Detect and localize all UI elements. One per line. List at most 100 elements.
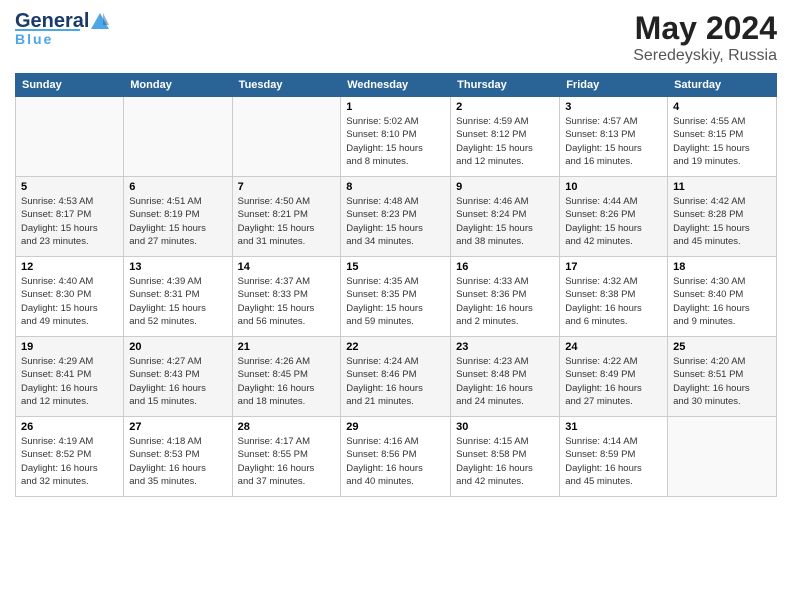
day-info: Sunrise: 4:22 AMSunset: 8:49 PMDaylight:… bbox=[565, 355, 662, 408]
day-info: Sunrise: 4:24 AMSunset: 8:46 PMDaylight:… bbox=[346, 355, 445, 408]
day-info: Sunrise: 4:19 AMSunset: 8:52 PMDaylight:… bbox=[21, 435, 118, 488]
day-number: 10 bbox=[565, 181, 662, 193]
calendar-cell: 10 Sunrise: 4:44 AMSunset: 8:26 PMDayligh… bbox=[560, 177, 668, 257]
calendar-cell: 20 Sunrise: 4:27 AMSunset: 8:43 PMDayligh… bbox=[124, 337, 232, 417]
day-info: Sunrise: 4:30 AMSunset: 8:40 PMDaylight:… bbox=[673, 275, 771, 328]
day-number: 1 bbox=[346, 101, 445, 113]
day-info: Sunrise: 4:37 AMSunset: 8:33 PMDaylight:… bbox=[238, 275, 336, 328]
calendar-week-row: 26Sunrise: 4:19 AMSunset: 8:52 PMDayligh… bbox=[16, 417, 777, 497]
weekday-header: Sunday bbox=[16, 74, 124, 97]
day-number: 19 bbox=[21, 341, 118, 353]
day-info: Sunrise: 4:29 AMSunset: 8:41 PMDaylight:… bbox=[21, 355, 118, 408]
day-number: 18 bbox=[673, 261, 771, 273]
day-number: 16 bbox=[456, 261, 554, 273]
day-info: Sunrise: 4:18 AMSunset: 8:53 PMDaylight:… bbox=[129, 435, 226, 488]
calendar-cell: 27 Sunrise: 4:18 AMSunset: 8:53 PMDayligh… bbox=[124, 417, 232, 497]
day-info: Sunrise: 4:50 AMSunset: 8:21 PMDaylight:… bbox=[238, 195, 336, 248]
day-number: 23 bbox=[456, 341, 554, 353]
logo-icon bbox=[89, 11, 111, 33]
calendar-cell: 11 Sunrise: 4:42 AMSunset: 8:28 PMDayligh… bbox=[668, 177, 777, 257]
day-info: Sunrise: 4:14 AMSunset: 8:59 PMDaylight:… bbox=[565, 435, 662, 488]
calendar-cell: 3 Sunrise: 4:57 AMSunset: 8:13 PMDaylight… bbox=[560, 97, 668, 177]
calendar-cell: 19 Sunrise: 4:29 AMSunset: 8:41 PMDayligh… bbox=[16, 337, 124, 417]
weekday-header: Tuesday bbox=[232, 74, 341, 97]
day-number: 15 bbox=[346, 261, 445, 273]
day-number: 28 bbox=[238, 421, 336, 433]
day-number: 8 bbox=[346, 181, 445, 193]
calendar-cell bbox=[124, 97, 232, 177]
calendar-cell bbox=[668, 417, 777, 497]
day-info: Sunrise: 4:48 AMSunset: 8:23 PMDaylight:… bbox=[346, 195, 445, 248]
weekday-header: Friday bbox=[560, 74, 668, 97]
calendar-table: SundayMondayTuesdayWednesdayThursdayFrid… bbox=[15, 73, 777, 497]
day-info: Sunrise: 4:27 AMSunset: 8:43 PMDaylight:… bbox=[129, 355, 226, 408]
day-number: 11 bbox=[673, 181, 771, 193]
calendar-cell bbox=[232, 97, 341, 177]
day-number: 27 bbox=[129, 421, 226, 433]
calendar-cell: 18 Sunrise: 4:30 AMSunset: 8:40 PMDayligh… bbox=[668, 257, 777, 337]
calendar-cell: 25Sunrise: 4:20 AMSunset: 8:51 PMDayligh… bbox=[668, 337, 777, 417]
calendar-cell: 9Sunrise: 4:46 AMSunset: 8:24 PMDaylight… bbox=[451, 177, 560, 257]
day-number: 17 bbox=[565, 261, 662, 273]
day-number: 31 bbox=[565, 421, 662, 433]
day-info: Sunrise: 4:57 AMSunset: 8:13 PMDaylight:… bbox=[565, 115, 662, 168]
calendar-cell bbox=[16, 97, 124, 177]
weekday-header: Monday bbox=[124, 74, 232, 97]
day-number: 30 bbox=[456, 421, 554, 433]
calendar-location: Seredeyskiy, Russia bbox=[633, 47, 777, 65]
day-number: 29 bbox=[346, 421, 445, 433]
weekday-header: Thursday bbox=[451, 74, 560, 97]
day-number: 24 bbox=[565, 341, 662, 353]
calendar-week-row: 5 Sunrise: 4:53 AMSunset: 8:17 PMDaylight… bbox=[16, 177, 777, 257]
title-block: May 2024 Seredeyskiy, Russia bbox=[633, 10, 777, 65]
calendar-cell: 24 Sunrise: 4:22 AMSunset: 8:49 PMDayligh… bbox=[560, 337, 668, 417]
calendar-cell: 16 Sunrise: 4:33 AMSunset: 8:36 PMDayligh… bbox=[451, 257, 560, 337]
day-info: Sunrise: 4:53 AMSunset: 8:17 PMDaylight:… bbox=[21, 195, 118, 248]
calendar-cell: 8 Sunrise: 4:48 AMSunset: 8:23 PMDaylight… bbox=[341, 177, 451, 257]
day-number: 4 bbox=[673, 101, 771, 113]
calendar-cell: 13Sunrise: 4:39 AMSunset: 8:31 PMDayligh… bbox=[124, 257, 232, 337]
day-number: 12 bbox=[21, 261, 118, 273]
calendar-cell: 23 Sunrise: 4:23 AMSunset: 8:48 PMDayligh… bbox=[451, 337, 560, 417]
day-number: 21 bbox=[238, 341, 336, 353]
day-number: 7 bbox=[238, 181, 336, 193]
day-info: Sunrise: 4:59 AMSunset: 8:12 PMDaylight:… bbox=[456, 115, 554, 168]
day-info: Sunrise: 4:44 AMSunset: 8:26 PMDaylight:… bbox=[565, 195, 662, 248]
calendar-week-row: 1Sunrise: 5:02 AMSunset: 8:10 PMDaylight… bbox=[16, 97, 777, 177]
day-info: Sunrise: 4:33 AMSunset: 8:36 PMDaylight:… bbox=[456, 275, 554, 328]
day-number: 14 bbox=[238, 261, 336, 273]
day-info: Sunrise: 4:42 AMSunset: 8:28 PMDaylight:… bbox=[673, 195, 771, 248]
day-number: 9 bbox=[456, 181, 554, 193]
calendar-cell: 7 Sunrise: 4:50 AMSunset: 8:21 PMDaylight… bbox=[232, 177, 341, 257]
day-number: 20 bbox=[129, 341, 226, 353]
calendar-title: May 2024 bbox=[633, 10, 777, 47]
calendar-cell: 22Sunrise: 4:24 AMSunset: 8:46 PMDayligh… bbox=[341, 337, 451, 417]
day-number: 13 bbox=[129, 261, 226, 273]
logo-blue: Blue bbox=[15, 31, 53, 47]
day-number: 6 bbox=[129, 181, 226, 193]
day-number: 25 bbox=[673, 341, 771, 353]
calendar-cell: 6Sunrise: 4:51 AMSunset: 8:19 PMDaylight… bbox=[124, 177, 232, 257]
calendar-cell: 4 Sunrise: 4:55 AMSunset: 8:15 PMDaylight… bbox=[668, 97, 777, 177]
day-info: Sunrise: 4:40 AMSunset: 8:30 PMDaylight:… bbox=[21, 275, 118, 328]
calendar-cell: 31 Sunrise: 4:14 AMSunset: 8:59 PMDayligh… bbox=[560, 417, 668, 497]
calendar-cell: 15 Sunrise: 4:35 AMSunset: 8:35 PMDayligh… bbox=[341, 257, 451, 337]
day-info: Sunrise: 4:17 AMSunset: 8:55 PMDaylight:… bbox=[238, 435, 336, 488]
day-number: 5 bbox=[21, 181, 118, 193]
day-info: Sunrise: 4:35 AMSunset: 8:35 PMDaylight:… bbox=[346, 275, 445, 328]
calendar-cell: 14 Sunrise: 4:37 AMSunset: 8:33 PMDayligh… bbox=[232, 257, 341, 337]
calendar-cell: 21 Sunrise: 4:26 AMSunset: 8:45 PMDayligh… bbox=[232, 337, 341, 417]
calendar-cell: 5 Sunrise: 4:53 AMSunset: 8:17 PMDaylight… bbox=[16, 177, 124, 257]
day-info: Sunrise: 4:23 AMSunset: 8:48 PMDaylight:… bbox=[456, 355, 554, 408]
day-number: 3 bbox=[565, 101, 662, 113]
calendar-header-row: SundayMondayTuesdayWednesdayThursdayFrid… bbox=[16, 74, 777, 97]
calendar-week-row: 19 Sunrise: 4:29 AMSunset: 8:41 PMDayligh… bbox=[16, 337, 777, 417]
day-info: Sunrise: 4:55 AMSunset: 8:15 PMDaylight:… bbox=[673, 115, 771, 168]
weekday-header: Saturday bbox=[668, 74, 777, 97]
calendar-cell: 12 Sunrise: 4:40 AMSunset: 8:30 PMDayligh… bbox=[16, 257, 124, 337]
calendar-cell: 1Sunrise: 5:02 AMSunset: 8:10 PMDaylight… bbox=[341, 97, 451, 177]
calendar-cell: 30Sunrise: 4:15 AMSunset: 8:58 PMDayligh… bbox=[451, 417, 560, 497]
calendar-cell: 26Sunrise: 4:19 AMSunset: 8:52 PMDayligh… bbox=[16, 417, 124, 497]
day-info: Sunrise: 4:26 AMSunset: 8:45 PMDaylight:… bbox=[238, 355, 336, 408]
weekday-header: Wednesday bbox=[341, 74, 451, 97]
